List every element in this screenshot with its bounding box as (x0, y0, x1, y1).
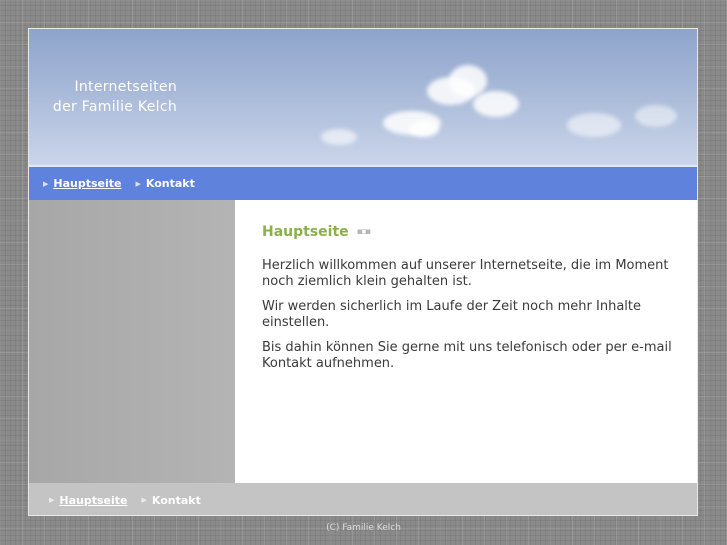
nav-item-label[interactable]: Kontakt (146, 177, 195, 190)
cloud-decoration (321, 129, 357, 145)
cloud-decoration (409, 121, 439, 137)
triangle-right-icon: ▶ (43, 179, 49, 188)
nav-item-label[interactable]: Hauptseite (53, 177, 121, 190)
nav-item-label[interactable]: Hauptseite (59, 494, 127, 507)
nav-item-hauptseite[interactable]: ▶ Hauptseite (43, 177, 121, 190)
content-paragraph: Bis dahin können Sie gerne mit uns telef… (262, 340, 672, 371)
content-paragraph: Wir werden sicherlich im Laufe der Zeit … (262, 299, 641, 330)
main-content: Hauptseite ▪▫▪ Herzlich willkommen auf u… (262, 224, 672, 381)
header-banner: Internetseiten der Familie Kelch (29, 29, 697, 167)
site-title-line2: der Familie Kelch (52, 99, 177, 115)
triangle-right-icon: ▶ (135, 179, 141, 188)
page-heading-text: Hauptseite (262, 224, 349, 240)
page-heading: Hauptseite ▪▫▪ (262, 224, 672, 240)
cloud-decoration (635, 105, 677, 127)
site-title: Internetseiten der Familie Kelch (29, 77, 177, 117)
top-navigation: ▶ Hauptseite ▶ Kontakt (29, 167, 697, 200)
footer-nav-item-hauptseite[interactable]: ▶ Hauptseite (49, 494, 127, 507)
nav-item-kontakt[interactable]: ▶ Kontakt (135, 177, 194, 190)
dots-icon: ▪▫▪ (356, 227, 371, 237)
cloud-decoration (567, 113, 621, 137)
copyright-text: (C) Familie Kelch (326, 523, 401, 533)
cloud-decoration (449, 65, 487, 97)
triangle-right-icon: ▶ (49, 496, 55, 504)
page-container: Internetseiten der Familie Kelch ▶ Haupt… (28, 28, 698, 516)
footer-nav-item-kontakt[interactable]: ▶ Kontakt (141, 494, 200, 507)
triangle-right-icon: ▶ (141, 496, 147, 504)
content-paragraph: Herzlich willkommen auf unserer Internet… (262, 258, 669, 289)
footer-navigation: ▶ Hauptseite ▶ Kontakt (29, 483, 697, 515)
cloud-decoration (473, 91, 519, 117)
site-title-line1: Internetseiten (74, 79, 177, 95)
sidebar (29, 200, 235, 483)
nav-item-label[interactable]: Kontakt (152, 494, 201, 507)
